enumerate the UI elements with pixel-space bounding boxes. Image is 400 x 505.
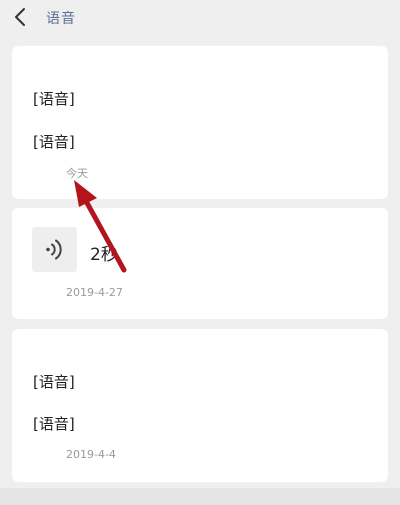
back-button[interactable] [12, 6, 32, 28]
item-date: 2019-4-27 [66, 286, 123, 299]
top-bar: 语音 [0, 0, 400, 34]
voice-message-label: [语音] [33, 133, 75, 151]
voice-duration: 2秒 [90, 245, 118, 265]
item-date: 2019-4-4 [66, 448, 116, 461]
item-date: 今天 [66, 167, 88, 180]
favorite-item-card[interactable]: 2秒 2019-4-27 [12, 208, 388, 319]
voice-message-label: [语音] [33, 415, 75, 433]
voice-wave-icon [46, 239, 62, 260]
voice-play-button[interactable] [32, 227, 77, 272]
voice-message-label: [语音] [33, 90, 75, 108]
chevron-left-icon [15, 8, 25, 26]
page-title: 语音 [46, 11, 76, 27]
bottom-divider [0, 488, 400, 505]
favorite-item-card[interactable]: [语音] [语音] 2019-4-4 [12, 329, 388, 482]
favorite-item-card[interactable]: [语音] [语音] 今天 [12, 46, 388, 199]
voice-message-label: [语音] [33, 373, 75, 391]
